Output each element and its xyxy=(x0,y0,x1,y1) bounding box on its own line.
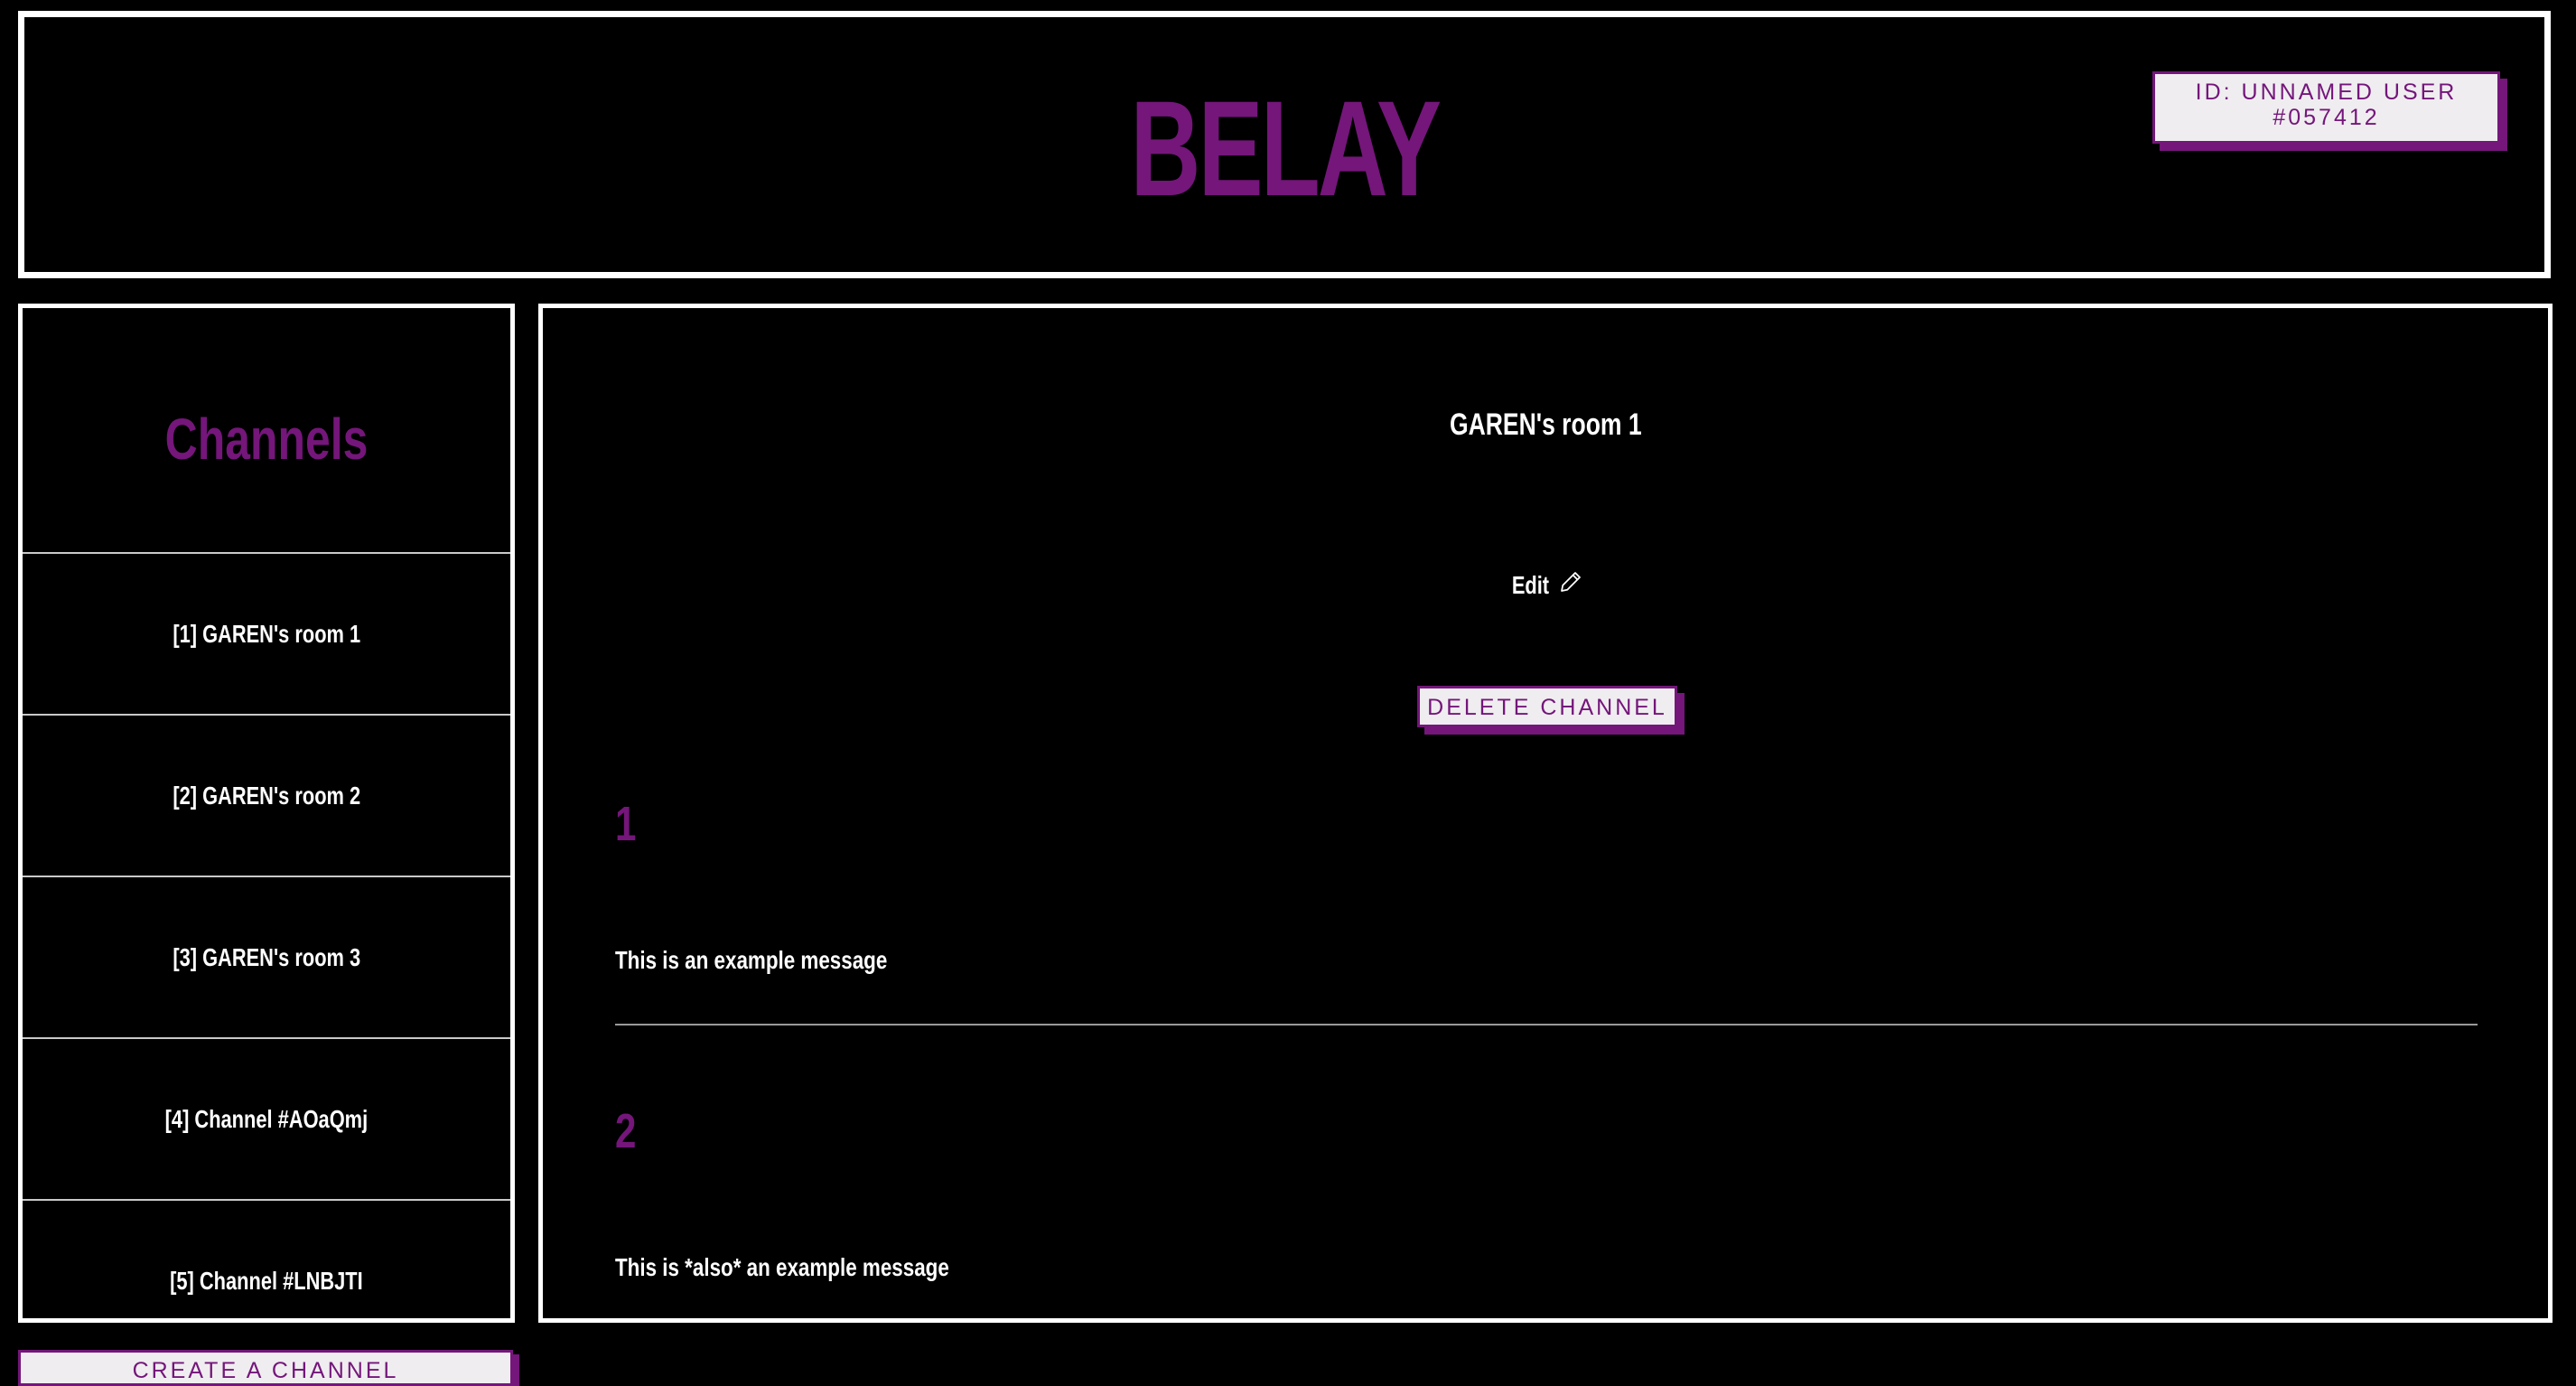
message-author[interactable]: 1 xyxy=(615,796,2478,852)
channel-label: [2] GAREN's room 2 xyxy=(173,781,360,810)
message-text: This is an example message xyxy=(615,946,888,974)
message-text: This is *also* an example message xyxy=(615,1253,949,1281)
message-author[interactable]: 2 xyxy=(615,1103,2478,1159)
sidebar-title: Channels xyxy=(23,308,510,554)
message-item: 2 This is *also* an example message xyxy=(615,1103,2478,1282)
sidebar-item-channel-2[interactable]: [2] GAREN's room 2 xyxy=(23,716,510,877)
sidebar-item-channel-1[interactable]: [1] GAREN's room 1 xyxy=(23,554,510,716)
channel-label: [1] GAREN's room 1 xyxy=(173,619,360,648)
message-divider xyxy=(615,1024,2478,1025)
user-id-button[interactable]: ID: UNNAMED USER #057412 xyxy=(2152,71,2500,144)
sidebar-item-channel-3[interactable]: [3] GAREN's room 3 xyxy=(23,877,510,1039)
channel-sidebar: Channels [1] GAREN's room 1 [2] GAREN's … xyxy=(18,304,515,1323)
channel-view: GAREN's room 1 Edit DELETE CHANNEL 1 Thi… xyxy=(538,304,2553,1323)
pencil-icon xyxy=(1561,572,1582,592)
sidebar-item-channel-4[interactable]: [4] Channel #AOaQmj xyxy=(23,1039,510,1201)
sidebar-item-channel-5[interactable]: [5] Channel #LNBJTI xyxy=(23,1201,510,1318)
edit-channel-button[interactable]: Edit xyxy=(543,568,2548,600)
channel-label: [5] Channel #LNBJTI xyxy=(170,1266,363,1295)
delete-channel-button[interactable]: DELETE CHANNEL xyxy=(1417,686,1677,727)
channel-label: [4] Channel #AOaQmj xyxy=(164,1104,369,1133)
channel-label: [3] GAREN's room 3 xyxy=(173,942,360,971)
room-title: GAREN's room 1 xyxy=(1449,407,1642,442)
edit-label: Edit xyxy=(1511,571,1549,599)
header-panel: BELAY ID: UNNAMED USER #057412 xyxy=(18,11,2551,278)
message-item: 1 This is an example message xyxy=(615,796,2478,1025)
create-channel-button[interactable]: CREATE A CHANNEL xyxy=(18,1350,513,1386)
